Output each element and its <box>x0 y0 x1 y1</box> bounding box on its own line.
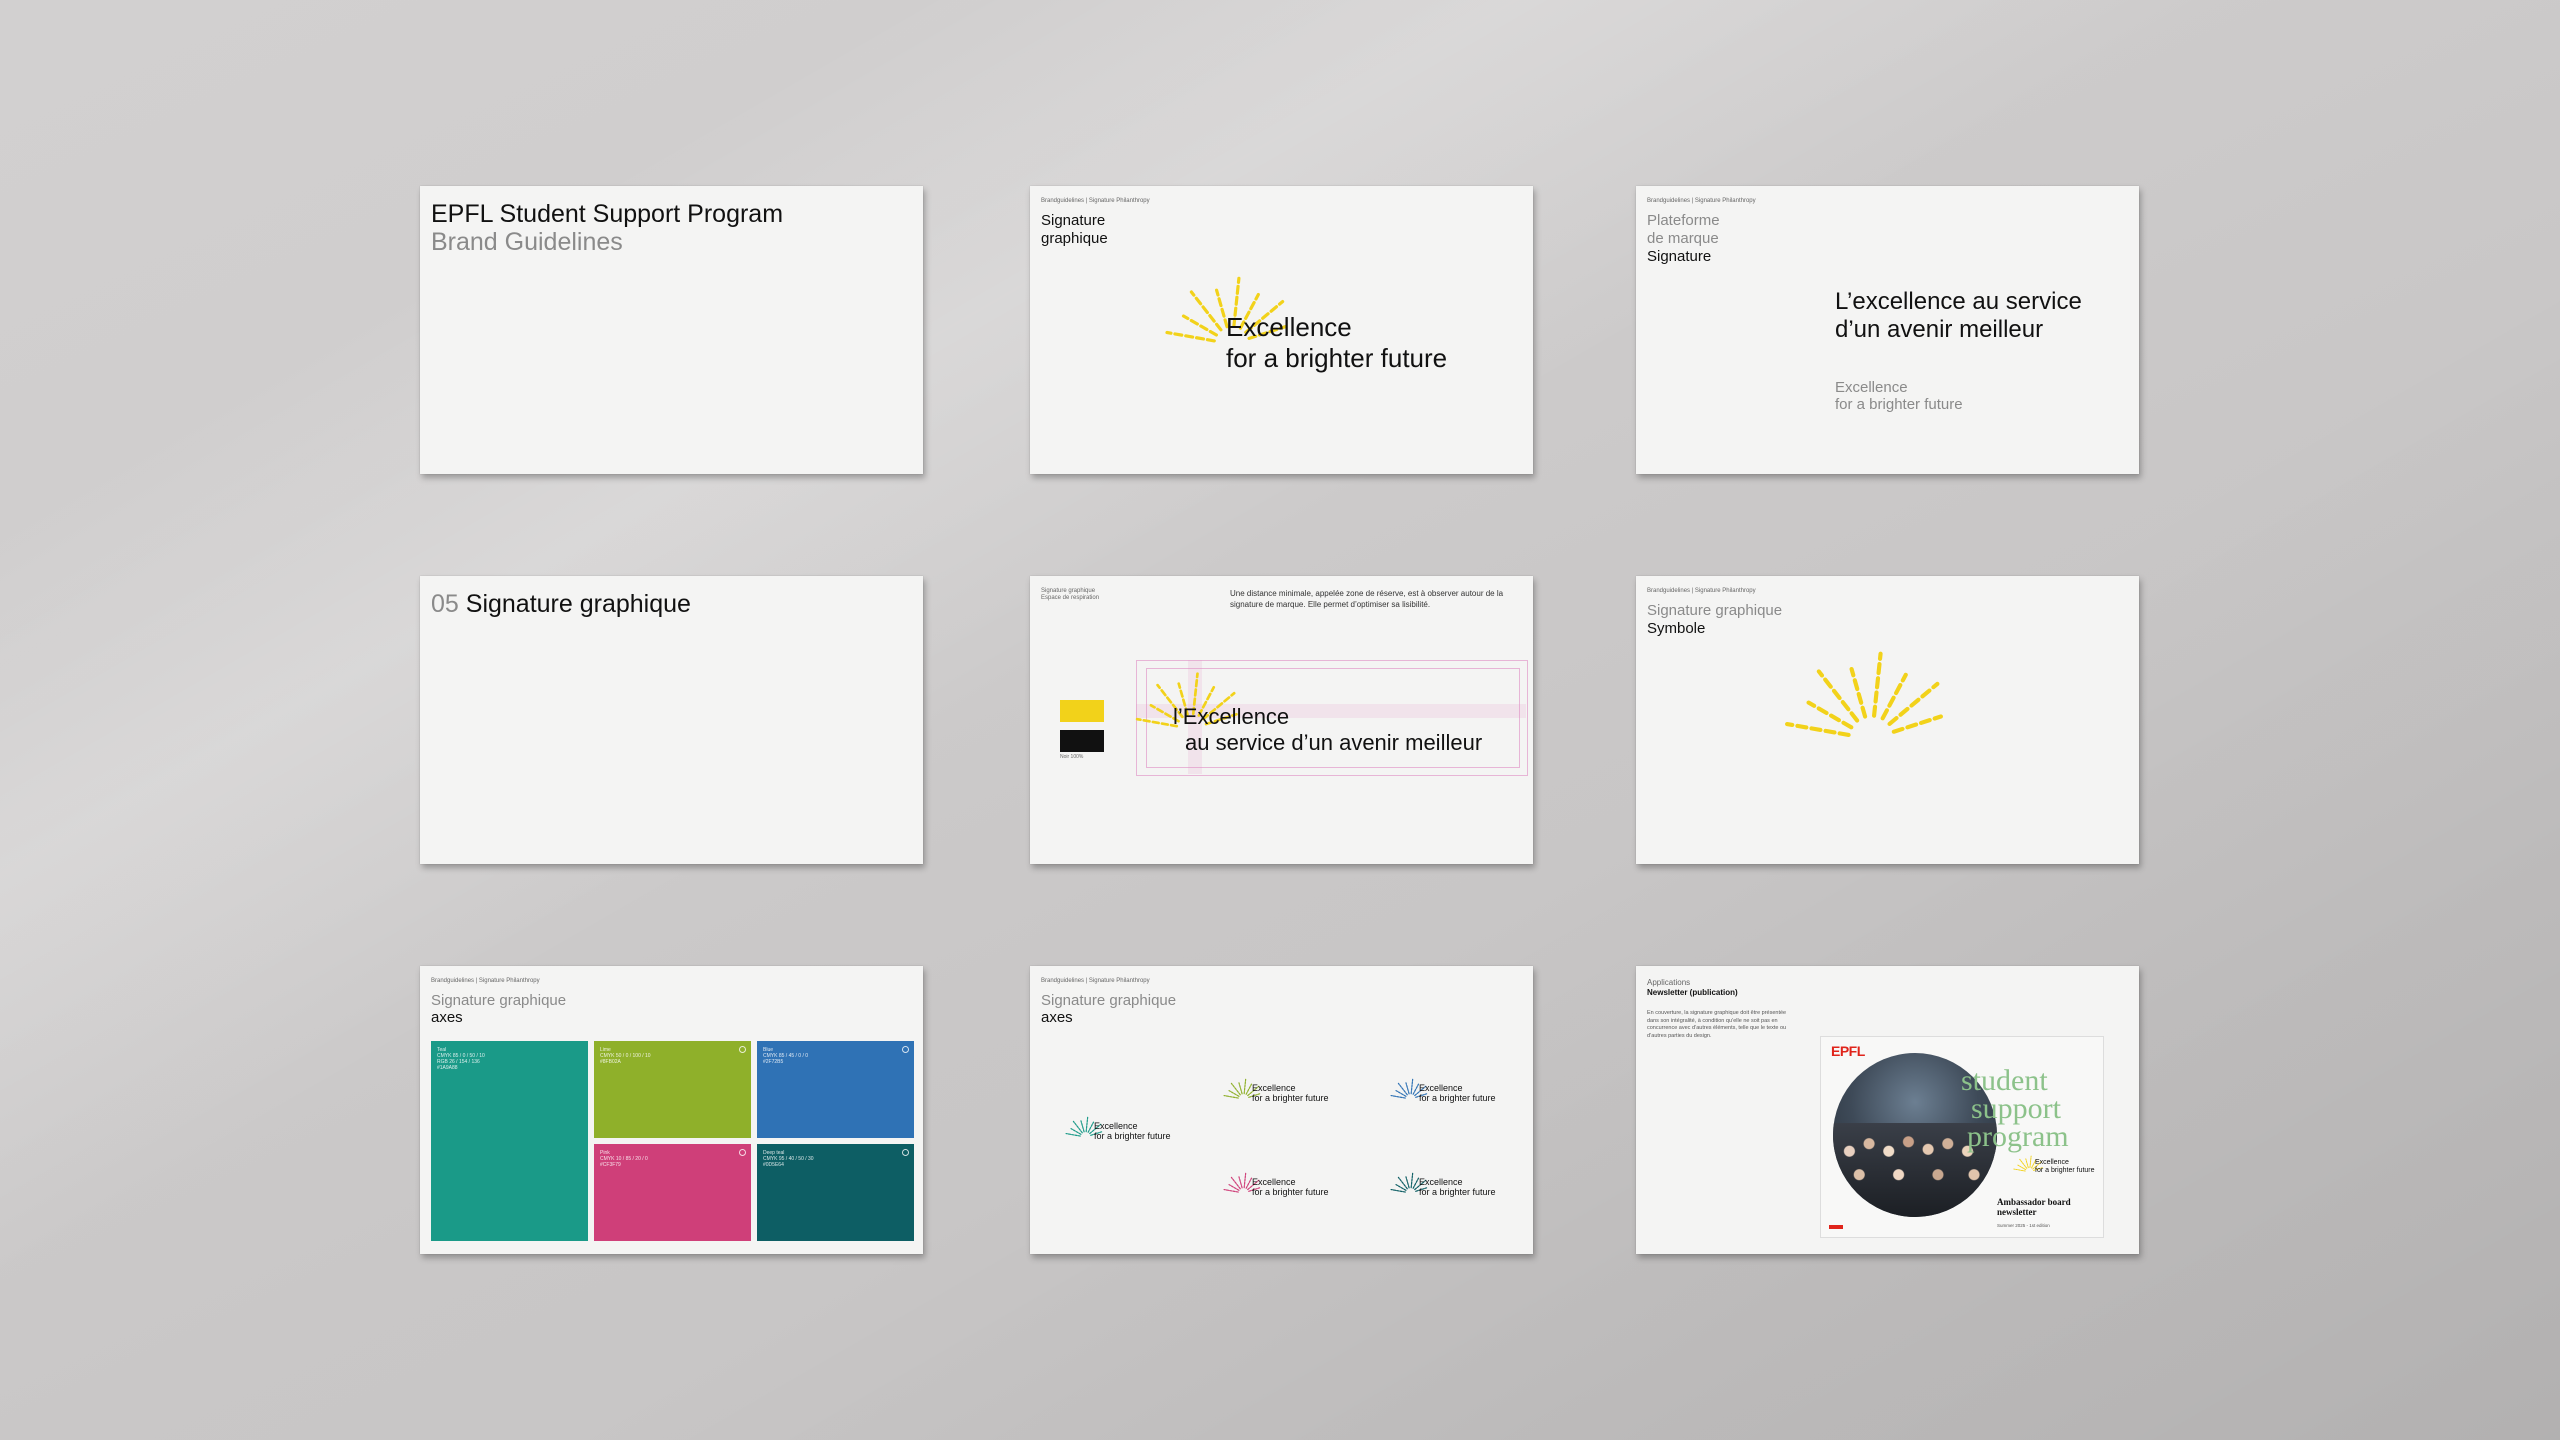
mini-signature-blue: Excellence for a brighter future <box>1390 1078 1496 1108</box>
mini-sig-line1: Excellence <box>2035 1159 2069 1166</box>
swatch-caption: Noir 100% <box>1060 754 1084 760</box>
slide-axes-colors[interactable]: Brandguidelines | Signature Philanthropy… <box>420 966 923 1254</box>
sunburst-ray <box>2025 1158 2029 1169</box>
sunburst-ray <box>1085 1116 1089 1133</box>
slide-label: axes <box>431 1009 463 1026</box>
sunburst-ray <box>1243 1172 1247 1189</box>
slide-crumb: Signature graphique Espace de respiratio… <box>1041 588 1100 601</box>
newsletter-word-1: student <box>1961 1064 2048 1097</box>
slide-cover[interactable]: EPFL Student Support Program Brand Guide… <box>420 186 923 474</box>
mini-sig-line1: Excellence <box>1419 1177 1463 1187</box>
sunburst-ray <box>1405 1176 1410 1189</box>
signature-line1: l’Excellence <box>1173 704 1290 729</box>
slide-section-05[interactable]: 05 Signature graphique <box>420 576 923 864</box>
mini-sig-line2: for a brighter future <box>1252 1187 1329 1197</box>
slide-label: axes <box>1041 1009 1073 1026</box>
sunburst-ray <box>2013 1168 2026 1172</box>
slide-label-gray: Signature graphique <box>1041 992 1177 1009</box>
sunburst-ray <box>1891 714 1943 734</box>
slide-body: En couverture, la signature graphique do… <box>1647 1010 1787 1039</box>
newsletter-word-2: support <box>1971 1092 2061 1125</box>
newsletter-title: Ambassador board newsletter <box>1997 1197 2071 1217</box>
sunburst-ray <box>1065 1132 1081 1137</box>
slide-axes-signatures[interactable]: Brandguidelines | Signature Philanthropy… <box>1030 966 1533 1254</box>
sunburst-ray <box>1410 1078 1414 1095</box>
swatch-pink: Pink CMYK 10 / 85 / 20 / 0 #CF3F79 <box>594 1144 751 1241</box>
section-number: 05 <box>431 590 459 618</box>
sunburst-ray <box>1390 1188 1406 1193</box>
sunburst-ray <box>1405 1082 1410 1095</box>
sunburst-ray <box>1223 1094 1239 1099</box>
slide-symbole[interactable]: Brandguidelines | Signature Philanthropy… <box>1636 576 2139 864</box>
mini-sig-line1: Excellence <box>1252 1177 1296 1187</box>
slide-espace[interactable]: Signature graphique Espace de respiratio… <box>1030 576 1533 864</box>
slide-crumb: Brandguidelines | Signature Philanthropy <box>1041 198 1150 204</box>
slide-cover-title: EPFL Student Support Program <box>431 200 784 228</box>
epfl-logo: EPFL <box>1831 1043 1865 1059</box>
headline-sub: Excellence for a brighter future <box>1835 379 1963 413</box>
mini-sig-line1: Excellence <box>1094 1121 1138 1131</box>
small-epfl-mark <box>1829 1225 1843 1229</box>
sunburst-ray <box>1410 1172 1414 1189</box>
sunburst-ray <box>1165 330 1216 343</box>
slide-cover-subtitle: Brand Guidelines <box>431 228 623 256</box>
sunburst-ray <box>1849 666 1868 719</box>
sunburst-ray <box>1871 651 1883 718</box>
swatch-lime: Lime CMYK 50 / 0 / 100 / 10 #8FB02A <box>594 1041 751 1138</box>
slide-label: Symbole <box>1647 620 1706 637</box>
signature-line2: for a brighter future <box>1226 343 1448 373</box>
slide-label-gray: Plateforme de marque <box>1647 212 1720 247</box>
mini-signature-pink: Excellence for a brighter future <box>1223 1172 1329 1202</box>
slide-label-gray: Signature graphique <box>1647 602 1783 619</box>
mini-sig-line1: Excellence <box>1252 1083 1296 1093</box>
mini-signature-teal: Excellence for a brighter future <box>1065 1116 1171 1146</box>
slide-crumb: Brandguidelines | Signature Philanthropy <box>431 978 540 984</box>
mini-sig-line2: for a brighter future <box>1252 1093 1329 1103</box>
slide-label-gray: Signature graphique <box>431 992 567 1009</box>
signature-line1: Excellence <box>1226 312 1352 342</box>
swatch-deep-teal: Deep teal CMYK 95 / 40 / 50 / 30 #0D5E64 <box>757 1144 914 1241</box>
slide-label: Newsletter (publication) <box>1647 988 1738 997</box>
sunburst-ray <box>1080 1120 1085 1133</box>
sunburst-ray <box>1390 1094 1406 1099</box>
slide-crumb: Brandguidelines | Signature Philanthropy <box>1647 198 1756 204</box>
newsletter-word-3: program <box>1967 1120 2069 1153</box>
mini-signature-deep-teal: Excellence for a brighter future <box>1390 1172 1496 1202</box>
sunburst-ray <box>1223 1188 1239 1193</box>
section-title: 05 Signature graphique <box>431 590 691 618</box>
newsletter-signature: Excellence for a brighter future <box>2013 1155 2095 1179</box>
mini-sig-line2: for a brighter future <box>1419 1187 1496 1197</box>
mini-signature-lime: Excellence for a brighter future <box>1223 1078 1329 1108</box>
slide-plateforme[interactable]: Brandguidelines | Signature Philanthropy… <box>1636 186 2139 474</box>
slide-label: Signature graphique <box>1041 212 1108 247</box>
yellow-swatch <box>1060 700 1104 722</box>
mini-sig-line1: Excellence <box>1419 1083 1463 1093</box>
newsletter-mockup: EPFL student support program Excellence f… <box>1820 1036 2104 1238</box>
symbol-sunburst-icon <box>1785 651 1943 738</box>
sunburst-ray <box>1243 1078 1247 1095</box>
slide-crumb: Brandguidelines | Signature Philanthropy <box>1647 588 1756 594</box>
black-swatch <box>1060 730 1104 752</box>
slide-crumb: Brandguidelines | Signature Philanthropy <box>1041 978 1150 984</box>
sunburst-ray <box>1785 721 1851 738</box>
mini-sig-line2: for a brighter future <box>2035 1167 2095 1174</box>
slide-signature[interactable]: Brandguidelines | Signature Philanthropy… <box>1030 186 1533 474</box>
sunburst-ray <box>1238 1082 1243 1095</box>
slide-label: Signature <box>1647 248 1712 265</box>
slide-crumb: Applications <box>1647 978 1691 987</box>
headline: L’excellence au service d’un avenir meil… <box>1835 288 2082 343</box>
newsletter-edition: Summer 2025 - 1st edition <box>1997 1223 2050 1228</box>
sunburst-ray <box>1238 1176 1243 1189</box>
slide-note: Une distance minimale, appelée zone de r… <box>1230 589 1504 609</box>
swatch-teal: Teal CMYK 85 / 0 / 50 / 10 RGB 26 / 154 / … <box>431 1041 588 1241</box>
mini-sig-line2: for a brighter future <box>1094 1131 1171 1141</box>
mini-sig-line2: for a brighter future <box>1419 1093 1496 1103</box>
slide-newsletter[interactable]: Applications Newsletter (publication) En… <box>1636 966 2139 1254</box>
swatch-blue: Blue CMYK 85 / 45 / 0 / 0 #2F72B5 <box>757 1041 914 1138</box>
signature-line2: au service d’un avenir meilleur <box>1185 730 1483 755</box>
section-name: Signature graphique <box>465 590 691 618</box>
sunburst-ray <box>2029 1155 2032 1168</box>
